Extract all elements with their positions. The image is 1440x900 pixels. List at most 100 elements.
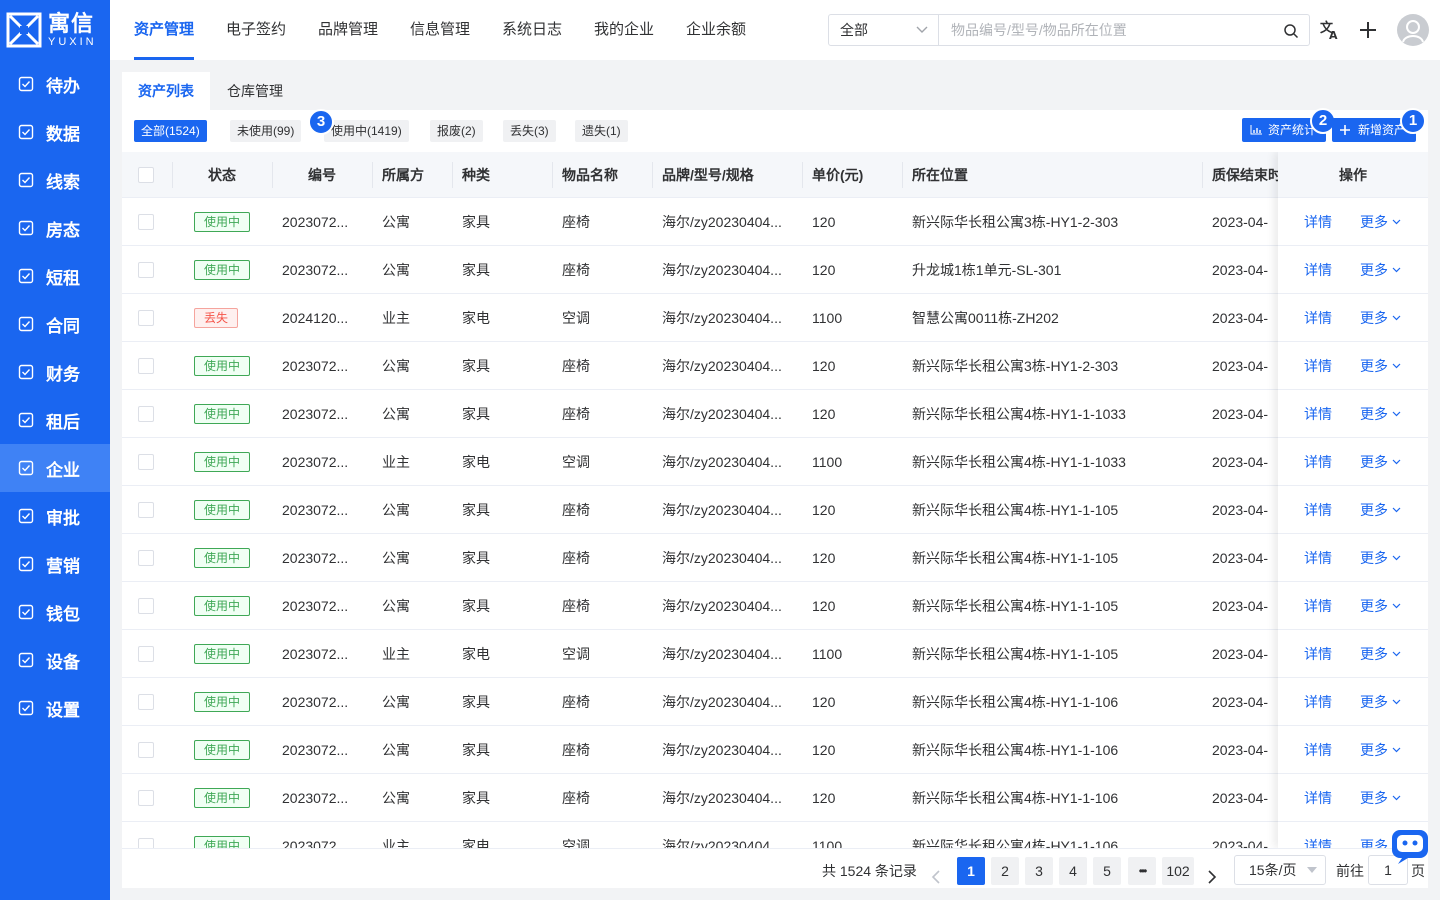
page-5[interactable]: 5 [1093,857,1121,885]
row-checkbox[interactable] [138,742,154,758]
table-row[interactable]: 使用中 2023072... 公寓 家具 座椅 海尔/zy20230404... 120 新兴… [122,390,1428,438]
row-checkbox[interactable] [138,406,154,422]
sidebar-item-6[interactable]: 财务 [0,348,110,396]
row-checkbox[interactable] [138,694,154,710]
search-icon[interactable] [1283,23,1299,39]
detail-link[interactable]: 详情 [1304,774,1332,822]
top-tab-2[interactable]: 品牌管理 [318,0,378,60]
top-tab-3[interactable]: 信息管理 [410,0,470,60]
tab-asset-list[interactable]: 资产列表 [122,72,210,110]
sidebar-item-0[interactable]: 待办 [0,60,110,108]
top-tab-5[interactable]: 我的企业 [594,0,654,60]
more-dropdown[interactable]: 更多 [1360,342,1401,390]
top-tab-6[interactable]: 企业余额 [686,0,746,60]
sidebar-item-4[interactable]: 短租 [0,252,110,300]
table-row[interactable]: 使用中 2023072... 公寓 家具 座椅 海尔/zy20230404... 120 新兴… [122,198,1428,246]
more-dropdown[interactable]: 更多 [1360,294,1401,342]
detail-link[interactable]: 详情 [1304,486,1332,534]
search-scope-select[interactable]: 全部 [829,15,939,45]
top-tab-1[interactable]: 电子签约 [226,0,286,60]
more-dropdown[interactable]: 更多 [1360,438,1401,486]
select-all-checkbox[interactable] [138,167,154,183]
more-dropdown[interactable]: 更多 [1360,246,1401,294]
filter-unused[interactable]: 未使用(99) [230,120,302,142]
sidebar-item-1[interactable]: 数据 [0,108,110,156]
table-row[interactable]: 使用中 2023072... 公寓 家具 座椅 海尔/zy20230404... 120 新兴… [122,342,1428,390]
table-row[interactable]: 使用中 2023072... 公寓 家具 座椅 海尔/zy20230404... 120 新兴… [122,678,1428,726]
table-row[interactable]: 使用中 2023072... 业主 家电 空调 海尔/zy20230404... 1100 新… [122,438,1428,486]
row-checkbox[interactable] [138,310,154,326]
detail-link[interactable]: 详情 [1304,246,1332,294]
detail-link[interactable]: 详情 [1304,726,1332,774]
page-size-select[interactable]: 15条/页 [1234,855,1326,885]
sidebar-item-3[interactable]: 房态 [0,204,110,252]
detail-link[interactable]: 详情 [1304,534,1332,582]
top-tab-4[interactable]: 系统日志 [502,0,562,60]
tab-warehouse[interactable]: 仓库管理 [211,72,299,110]
filter-scrapped[interactable]: 报废(2) [430,120,483,142]
page-1[interactable]: 1 [957,857,985,885]
table-row[interactable]: 使用中 2023072... 公寓 家具 座椅 海尔/zy20230404... 120 新兴… [122,774,1428,822]
filter-missing[interactable]: 遗失(1) [575,120,628,142]
sidebar-item-11[interactable]: 钱包 [0,588,110,636]
translate-icon[interactable]: 文A [1318,18,1342,42]
sidebar-item-13[interactable]: 设置 [0,684,110,732]
detail-link[interactable]: 详情 [1304,342,1332,390]
more-dropdown[interactable]: 更多 [1360,582,1401,630]
detail-link[interactable]: 详情 [1304,438,1332,486]
page-last[interactable]: 102 [1162,857,1194,885]
row-checkbox[interactable] [138,358,154,374]
sidebar-item-10[interactable]: 营销 [0,540,110,588]
page-4[interactable]: 4 [1059,857,1087,885]
table-row[interactable]: 使用中 2023072... 业主 家电 空调 海尔/zy20230404... 1100 新… [122,822,1428,848]
more-dropdown[interactable]: 更多 [1360,678,1401,726]
row-checkbox[interactable] [138,454,154,470]
detail-link[interactable]: 详情 [1304,294,1332,342]
page-ellipsis[interactable]: ••• [1128,857,1156,885]
sidebar-item-9[interactable]: 审批 [0,492,110,540]
chat-bot-icon[interactable] [1388,826,1432,866]
row-checkbox[interactable] [138,262,154,278]
filter-lost[interactable]: 丢失(3) [503,120,556,142]
more-dropdown[interactable]: 更多 [1360,726,1401,774]
more-dropdown[interactable]: 更多 [1360,534,1401,582]
table-row[interactable]: 丢失 2024120... 业主 家电 空调 海尔/zy20230404... 1100 智慧… [122,294,1428,342]
table-row[interactable]: 使用中 2023072... 公寓 家具 座椅 海尔/zy20230404... 120 新兴… [122,582,1428,630]
detail-link[interactable]: 详情 [1304,198,1332,246]
detail-link[interactable]: 详情 [1304,630,1332,678]
row-checkbox[interactable] [138,502,154,518]
next-page-icon[interactable] [1206,863,1218,891]
sidebar-item-7[interactable]: 租后 [0,396,110,444]
detail-link[interactable]: 详情 [1304,390,1332,438]
filter-all[interactable]: 全部(1524) [134,120,207,142]
sidebar-item-8[interactable]: 企业 [0,444,110,492]
more-dropdown[interactable]: 更多 [1360,390,1401,438]
row-checkbox[interactable] [138,214,154,230]
search-input[interactable] [939,15,1283,45]
detail-link[interactable]: 详情 [1304,822,1332,848]
detail-link[interactable]: 详情 [1304,678,1332,726]
more-dropdown[interactable]: 更多 [1360,630,1401,678]
table-row[interactable]: 使用中 2023072... 公寓 家具 座椅 海尔/zy20230404... 120 新兴… [122,486,1428,534]
prev-page-icon[interactable] [930,863,942,891]
detail-link[interactable]: 详情 [1304,582,1332,630]
table-row[interactable]: 使用中 2023072... 业主 家电 空调 海尔/zy20230404... 1100 新… [122,630,1428,678]
top-tab-0[interactable]: 资产管理 [134,0,195,60]
row-checkbox[interactable] [138,790,154,806]
more-dropdown[interactable]: 更多 [1360,774,1401,822]
sidebar-item-2[interactable]: 线索 [0,156,110,204]
page-3[interactable]: 3 [1025,857,1053,885]
filter-in-use[interactable]: 使用中(1419) [324,120,409,142]
more-dropdown[interactable]: 更多 [1360,486,1401,534]
logo[interactable]: 寓信 YUXIN [6,10,106,50]
row-checkbox[interactable] [138,598,154,614]
more-dropdown[interactable]: 更多 [1360,198,1401,246]
plus-icon[interactable] [1356,18,1380,42]
row-checkbox[interactable] [138,838,154,848]
page-2[interactable]: 2 [991,857,1019,885]
sidebar-item-12[interactable]: 设备 [0,636,110,684]
table-row[interactable]: 使用中 2023072... 公寓 家具 座椅 海尔/zy20230404... 120 新兴… [122,534,1428,582]
table-row[interactable]: 使用中 2023072... 公寓 家具 座椅 海尔/zy20230404... 120 新兴… [122,726,1428,774]
row-checkbox[interactable] [138,646,154,662]
avatar[interactable] [1397,14,1429,46]
